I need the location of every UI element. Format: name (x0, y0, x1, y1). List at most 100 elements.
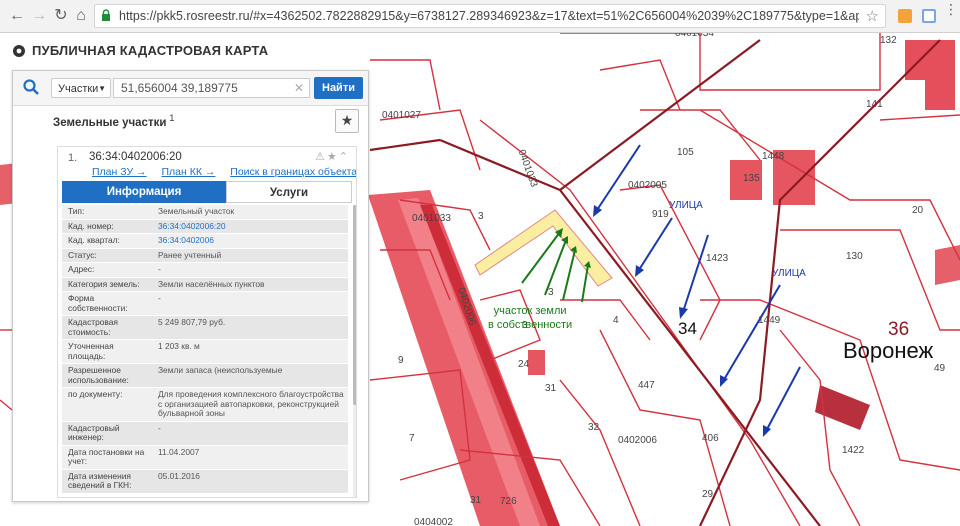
clear-icon[interactable]: ✕ (294, 79, 304, 97)
rosreestr-logo-icon (13, 44, 25, 57)
attribute-row: Адрес: - (62, 263, 348, 278)
attribute-value: 05.01.2016 (158, 470, 200, 481)
section-title-text: Земельные участки (53, 116, 167, 129)
attribute-label: по документу: (68, 389, 123, 399)
address-bar[interactable]: https://pkk5.rosreestr.ru/#x=4362502.782… (94, 4, 886, 28)
parcel-label: 29 (702, 489, 714, 500)
parcel-label: 919 (652, 209, 669, 220)
result-tabs: Информация Услуги (62, 181, 352, 203)
browser-toolbar: ← → ↻ ⌂ https://pkk5.rosreestr.ru/#x=436… (0, 0, 960, 33)
parcel-label: 1423 (706, 253, 729, 264)
result-count: 1 (169, 113, 175, 123)
tab-info[interactable]: Информация (62, 181, 226, 203)
parcel-label: 406 (702, 433, 719, 444)
result-cad-number[interactable]: 36:34:0402006:20 (89, 151, 182, 163)
quarter-label: 0402006 (618, 435, 657, 446)
parcel-label: 3 (478, 211, 484, 222)
bookmark-star-icon[interactable]: ☆ (866, 7, 879, 25)
attribute-value: - (158, 422, 161, 433)
attribute-row: Дата изменения сведений в ГКН: 05.01.2016 (62, 469, 348, 494)
attribute-value: Земли населённых пунктов (158, 278, 265, 289)
attribute-table: Тип: Земельный участок Кад. номер: 36:34:04… (62, 205, 348, 494)
parcel-label: 20 (912, 205, 924, 216)
attribute-row: Кадастровый инженер: - (62, 421, 348, 446)
street-annotation: УЛИЦА (669, 200, 703, 211)
parcel-label: 31 (470, 495, 482, 506)
parcel-label: 130 (846, 251, 863, 262)
result-links: План ЗУ → План КК → Поиск в границах объ… (92, 166, 356, 178)
quarter-label: 0401034 (675, 33, 714, 39)
back-icon[interactable]: ← (8, 7, 26, 25)
quarter-label: 0401027 (382, 110, 421, 121)
warning-icon[interactable]: ⚠ (315, 151, 327, 163)
search-bar: Участки ▼ 51,656004 39,189775 ✕ Найти (13, 71, 368, 106)
search-input[interactable]: 51,656004 39,189775 ✕ (113, 78, 310, 98)
collapse-icon[interactable]: ⌃ (339, 151, 350, 163)
quarter-label: 0404002 (414, 517, 453, 526)
city-label-right: Воронеж (843, 338, 934, 363)
attribute-row: Тип: Земельный участок (62, 205, 348, 220)
plan-kk-link[interactable]: План КК → (161, 166, 215, 178)
parcel-label: 141 (866, 99, 883, 110)
attribute-value[interactable]: 36:34:0402006 (154, 234, 348, 248)
attribute-value[interactable]: 36:34:0402006:20 (154, 220, 348, 234)
attribute-value: 1 203 кв. м (158, 341, 200, 351)
attribute-value: - (158, 264, 161, 274)
search-query: 51,656004 39,189775 (121, 81, 238, 95)
parcel-label: 24 (518, 359, 530, 370)
parcel-label: 105 (677, 147, 694, 158)
find-button[interactable]: Найти (314, 77, 363, 99)
attribute-label: Дата постановки на учет: (68, 446, 145, 466)
parcel-label: 3 (548, 287, 554, 298)
parcel-label: 1422 (842, 445, 865, 456)
forward-icon[interactable]: → (30, 7, 48, 25)
attribute-label: Категория земель: (68, 278, 140, 289)
extension-icon[interactable] (898, 9, 912, 23)
search-type-select[interactable]: Участки ▼ (51, 78, 111, 98)
quarter-label: 0401033 (412, 213, 451, 224)
parcel-label: 31 (545, 383, 557, 394)
search-panel: Участки ▼ 51,656004 39,189775 ✕ Найти Зе… (12, 70, 369, 502)
attribute-label: Кадастровая стоимость: (68, 317, 118, 337)
app-title: ПУБЛИЧНАЯ КАДАСТРОВАЯ КАРТА (32, 43, 269, 58)
attribute-label: Форма собственности: (68, 293, 128, 313)
chevron-down-icon: ▼ (98, 84, 106, 93)
parcel-label: 7 (409, 433, 415, 444)
url-text: https://pkk5.rosreestr.ru/#x=4362502.782… (119, 9, 859, 23)
parcel-label: 32 (588, 422, 600, 433)
attribute-row: Форма собственности: - (62, 292, 348, 316)
attribute-row: Дата постановки на учет: 11.04.2007 (62, 445, 348, 470)
app-header: ПУБЛИЧНАЯ КАДАСТРОВАЯ КАРТА (12, 43, 268, 58)
attribute-row: Разрешенное использование: Земли запаса (… (62, 364, 348, 388)
district-label-36: 36 (888, 319, 910, 340)
scrollbar-thumb[interactable] (353, 205, 356, 405)
favorite-star-button[interactable]: ★ (335, 109, 359, 133)
attribute-label: Уточненная площадь: (68, 341, 114, 361)
attribute-label: Разрешенное использование: (68, 365, 129, 385)
result-index: 1. (68, 152, 78, 164)
attribute-value: Земельный участок (158, 206, 235, 216)
attribute-row: Кадастровая стоимость: 5 249 807,79 руб. (62, 316, 348, 340)
attribute-row: Статус: Ранее учтенный (62, 248, 348, 263)
attribute-value: Земли запаса (неиспользуемые (158, 365, 283, 375)
extension-icon-2[interactable] (922, 9, 936, 23)
result-card: 1. 36:34:0402006:20 ⚠★⌃ План ЗУ → План К… (57, 146, 357, 498)
home-icon[interactable]: ⌂ (72, 7, 90, 25)
search-icon[interactable] (22, 78, 40, 96)
tab-services[interactable]: Услуги (226, 181, 352, 203)
attribute-value: Ранее учтенный (158, 249, 222, 260)
star-icon[interactable]: ★ (327, 151, 339, 163)
reload-icon[interactable]: ↻ (52, 7, 70, 25)
attribute-label: Статус: (68, 249, 97, 260)
plan-zu-link[interactable]: План ЗУ → (92, 166, 147, 178)
parcel-label: 4 (613, 315, 619, 326)
card-actions: ⚠★⌃ (315, 150, 350, 163)
attribute-label: Кад. квартал: (68, 235, 120, 245)
search-in-bounds-link[interactable]: Поиск в границах объекта → (230, 166, 356, 178)
attribute-value: - (158, 293, 161, 303)
attribute-row: Категория земель: Земли населённых пункто… (62, 277, 348, 292)
scrollbar[interactable] (353, 205, 356, 497)
parcel-label: 726 (500, 496, 517, 507)
attribute-label: Кадастровый инженер: (68, 422, 120, 442)
menu-icon[interactable]: ⋮ (944, 2, 958, 16)
